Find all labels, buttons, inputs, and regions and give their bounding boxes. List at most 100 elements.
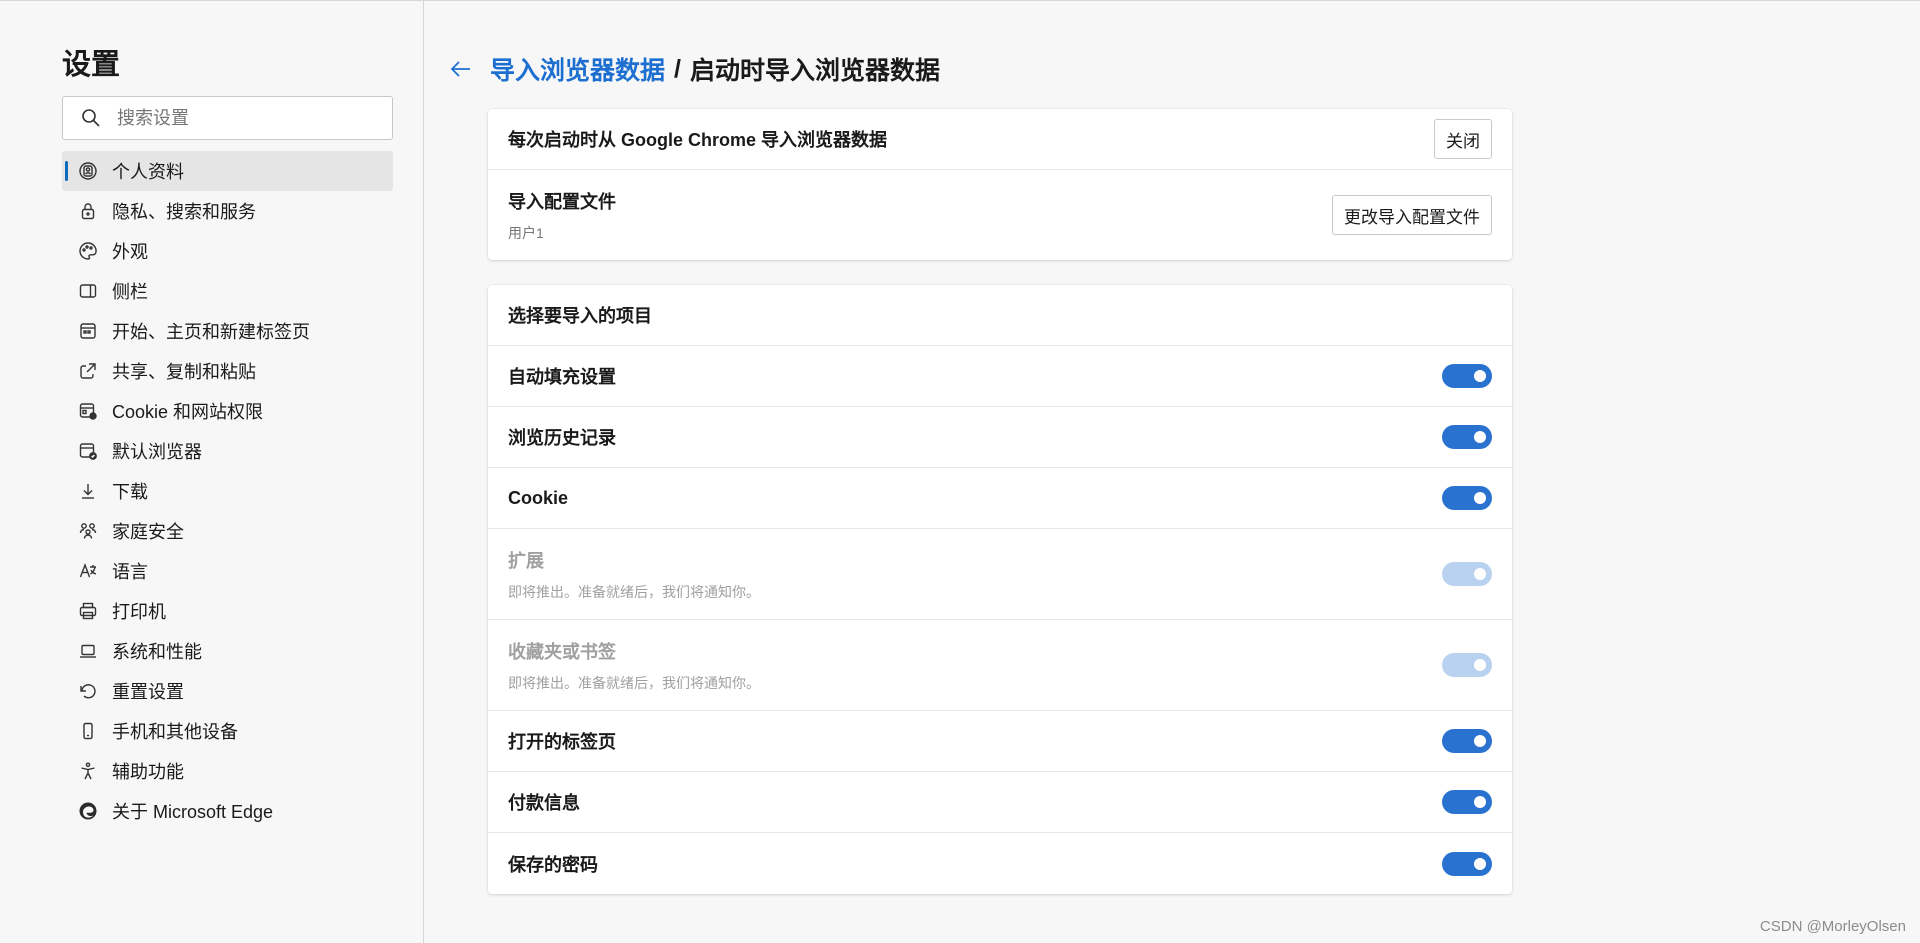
import-profile-row: 导入配置文件 用户1 更改导入配置文件 — [488, 170, 1512, 260]
import-item-label: 扩展 — [508, 550, 544, 571]
reset-icon — [78, 681, 98, 701]
sidebar-item-label: 开始、主页和新建标签页 — [112, 322, 310, 342]
watermark: CSDN @MorleyOlsen — [1759, 918, 1906, 935]
sidebar-item-downloads[interactable]: 下载 — [62, 471, 393, 511]
sidebar-item-label: 打印机 — [112, 602, 166, 622]
open-tabs-toggle[interactable] — [1442, 729, 1492, 753]
passwords-toggle[interactable] — [1442, 851, 1492, 876]
startup-import-row: 每次启动时从 Google Chrome 导入浏览器数据 关闭 — [488, 109, 1512, 170]
sidebar-item-about[interactable]: 关于 Microsoft Edge — [62, 791, 393, 831]
search-input[interactable] — [117, 107, 377, 129]
sidebar-item-language[interactable]: 语言 — [62, 551, 393, 591]
startup-import-label: 每次启动时从 Google Chrome 导入浏览器数据 — [508, 130, 888, 150]
phone-icon — [78, 721, 98, 741]
back-button[interactable] — [446, 54, 476, 84]
search-icon — [82, 109, 100, 127]
sidebar-icon — [78, 281, 98, 301]
import-items-card: 选择要导入的项目 自动填充设置 浏览历史记录 Cookie 扩展 即将推出。准备… — [488, 285, 1512, 894]
sidebar-item-label: 系统和性能 — [112, 642, 202, 662]
arrow-left-icon — [450, 61, 470, 77]
import-item-label: 保存的密码 — [508, 854, 598, 875]
sidebar-item-profile[interactable]: 个人资料 — [62, 151, 393, 191]
sidebar-item-appearance[interactable]: 外观 — [62, 231, 393, 271]
share-icon — [78, 361, 98, 381]
edge-logo-icon — [78, 801, 98, 821]
import-item-label: 收藏夹或书签 — [508, 641, 616, 662]
sidebar-item-sidebar[interactable]: 侧栏 — [62, 271, 393, 311]
sidebar-item-phone[interactable]: 手机和其他设备 — [62, 711, 393, 751]
sidebar-item-accessibility[interactable]: 辅助功能 — [62, 751, 393, 791]
settings-title: 设置 — [62, 49, 121, 81]
import-item-row: 保存的密码 — [488, 833, 1512, 894]
lock-icon — [78, 201, 98, 221]
sidebar-item-label: 共享、复制和粘贴 — [112, 362, 256, 382]
search-box[interactable] — [62, 96, 393, 140]
default-browser-icon — [78, 441, 98, 461]
change-profile-button[interactable]: 更改导入配置文件 — [1332, 195, 1492, 235]
sidebar-item-label: 侧栏 — [112, 282, 148, 302]
sidebar-item-label: 家庭安全 — [112, 522, 184, 542]
cookie-toggle[interactable] — [1442, 486, 1492, 510]
settings-content: 导入浏览器数据 / 启动时导入浏览器数据 每次启动时从 Google Chrom… — [424, 1, 1920, 943]
import-item-label: 付款信息 — [508, 793, 580, 813]
sidebar-item-system[interactable]: 系统和性能 — [62, 631, 393, 671]
autofill-toggle[interactable] — [1442, 364, 1492, 388]
download-icon — [78, 481, 98, 501]
language-icon — [78, 561, 98, 581]
sidebar-item-share[interactable]: 共享、复制和粘贴 — [62, 351, 393, 391]
settings-sidebar: 设置 个人资料 隐私、搜索和服务 外观 — [0, 1, 424, 943]
sidebar-item-default-browser[interactable]: 默认浏览器 — [62, 431, 393, 471]
breadcrumb-parent-link[interactable]: 导入浏览器数据 — [490, 51, 665, 87]
sidebar-item-label: 默认浏览器 — [112, 442, 202, 462]
import-items-header-row: 选择要导入的项目 — [488, 285, 1512, 346]
sidebar-item-label: 重置设置 — [112, 682, 184, 702]
startup-off-button[interactable]: 关闭 — [1434, 119, 1492, 159]
sidebar-item-label: 外观 — [112, 242, 148, 262]
import-item-row: 收藏夹或书签 即将推出。准备就绪后，我们将通知你。 — [488, 620, 1512, 711]
import-profile-value: 用户1 — [508, 224, 544, 241]
site-permissions-icon — [78, 401, 98, 421]
home-tabs-icon — [78, 321, 98, 341]
sidebar-item-label: 关于 Microsoft Edge — [112, 802, 274, 822]
settings-nav: 个人资料 隐私、搜索和服务 外观 侧栏 开始、主页和新建标签页 共享、复制和粘贴… — [62, 151, 393, 831]
sidebar-item-label: 语言 — [112, 562, 148, 582]
accessibility-icon — [78, 761, 98, 781]
breadcrumb-separator: / — [674, 54, 681, 83]
sidebar-item-label: 手机和其他设备 — [112, 722, 238, 742]
import-item-label: 打开的标签页 — [508, 732, 616, 752]
payment-info-toggle[interactable] — [1442, 790, 1492, 814]
sidebar-item-family[interactable]: 家庭安全 — [62, 511, 393, 551]
import-item-label: Cookie — [508, 487, 569, 508]
import-item-row: 扩展 即将推出。准备就绪后，我们将通知你。 — [488, 529, 1512, 620]
laptop-icon — [78, 641, 98, 661]
sidebar-item-label: 辅助功能 — [112, 762, 184, 782]
page-title: 启动时导入浏览器数据 — [689, 57, 940, 85]
sidebar-item-printers[interactable]: 打印机 — [62, 591, 393, 631]
extensions-toggle — [1442, 562, 1492, 586]
import-item-row: 付款信息 — [488, 772, 1512, 833]
sidebar-item-privacy[interactable]: 隐私、搜索和服务 — [62, 191, 393, 231]
import-item-row: 打开的标签页 — [488, 711, 1512, 772]
import-item-row: Cookie — [488, 468, 1512, 529]
import-item-label: 自动填充设置 — [508, 367, 616, 387]
import-item-text: 扩展 即将推出。准备就绪后，我们将通知你。 — [508, 547, 760, 602]
sidebar-item-label: 个人资料 — [112, 162, 184, 182]
import-items-header: 选择要导入的项目 — [508, 306, 652, 326]
import-item-row: 自动填充设置 — [488, 346, 1512, 407]
import-item-label: 浏览历史记录 — [508, 428, 616, 448]
sidebar-item-start-home[interactable]: 开始、主页和新建标签页 — [62, 311, 393, 351]
sidebar-item-reset[interactable]: 重置设置 — [62, 671, 393, 711]
favorites-toggle — [1442, 653, 1492, 677]
sidebar-item-label: 隐私、搜索和服务 — [112, 202, 256, 222]
sidebar-item-label: 下载 — [112, 482, 148, 502]
import-settings-card: 每次启动时从 Google Chrome 导入浏览器数据 关闭 导入配置文件 用… — [488, 109, 1512, 260]
family-icon — [78, 521, 98, 541]
import-item-row: 浏览历史记录 — [488, 407, 1512, 468]
breadcrumb: 导入浏览器数据 / 启动时导入浏览器数据 — [446, 51, 940, 87]
palette-icon — [78, 241, 98, 261]
import-item-sub: 即将推出。准备就绪后，我们将通知你。 — [508, 674, 760, 691]
sidebar-item-cookies[interactable]: Cookie 和网站权限 — [62, 391, 393, 431]
history-toggle[interactable] — [1442, 425, 1492, 449]
import-item-text: 收藏夹或书签 即将推出。准备就绪后，我们将通知你。 — [508, 638, 760, 693]
import-item-sub: 即将推出。准备就绪后，我们将通知你。 — [508, 583, 760, 600]
